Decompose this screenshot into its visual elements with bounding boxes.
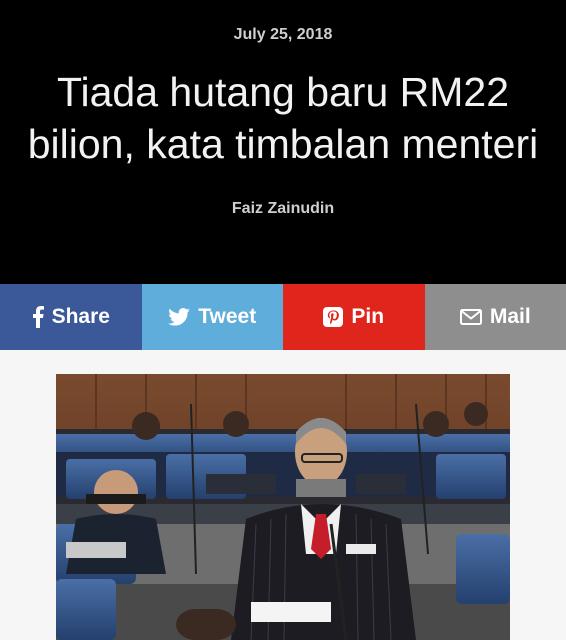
twitter-tweet-button[interactable]: Tweet [141, 284, 283, 350]
parliament-photo [56, 374, 510, 640]
article-date: July 25, 2018 [233, 26, 333, 43]
mail-icon [459, 309, 482, 325]
tweet-label: Tweet [198, 305, 257, 328]
share-label: Share [51, 305, 110, 328]
article-author[interactable]: Faiz Zainudin [0, 200, 566, 218]
facebook-icon [32, 306, 44, 328]
facebook-share-button[interactable]: Share [0, 284, 142, 350]
article-title: Tiada hutang baru RM22 bilion, kata timb… [27, 69, 539, 167]
mail-label: Mail [489, 305, 531, 328]
pinterest-icon [323, 307, 344, 327]
article-photo [56, 374, 510, 640]
pin-label: Pin [351, 305, 385, 328]
twitter-icon [168, 308, 191, 326]
article-header: July 25, 2018 Tiada hutang baru RM22 bil… [0, 0, 566, 284]
pinterest-pin-button[interactable]: Pin [283, 284, 425, 350]
mail-share-button[interactable]: Mail [424, 284, 566, 350]
share-bar: Share Tweet Pin Mail [0, 284, 566, 350]
